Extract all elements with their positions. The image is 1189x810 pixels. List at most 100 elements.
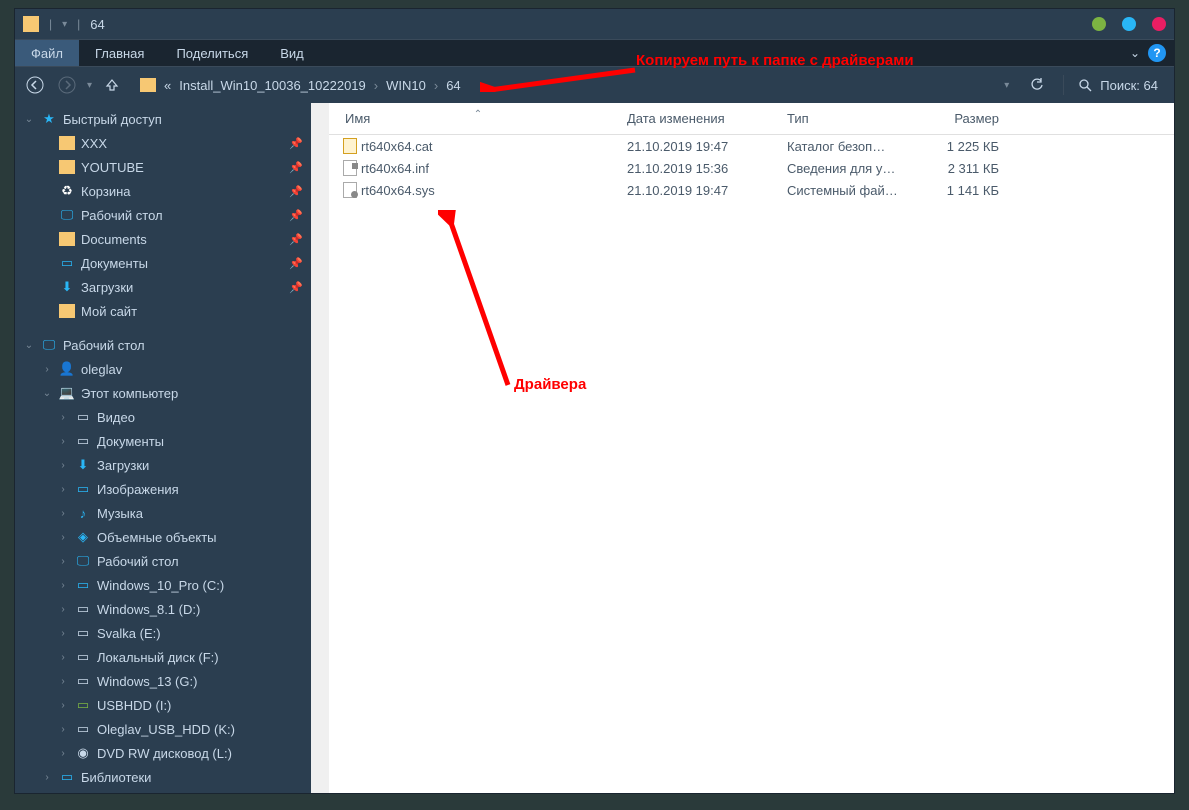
help-icon[interactable]: ? bbox=[1148, 44, 1166, 62]
tree-item[interactable]: Мой сайт bbox=[15, 299, 311, 323]
tree-item[interactable]: ›▭Svalka (E:) bbox=[15, 621, 311, 645]
tab-file[interactable]: Файл bbox=[15, 40, 79, 66]
chevron-icon[interactable]: › bbox=[57, 652, 69, 663]
separator bbox=[1063, 75, 1064, 95]
chevron-icon[interactable]: › bbox=[57, 484, 69, 495]
address-dropdown-icon[interactable]: ▾ bbox=[1004, 80, 1009, 91]
chevron-icon[interactable]: › bbox=[57, 676, 69, 687]
tree-item[interactable]: ›▭Локальный диск (F:) bbox=[15, 645, 311, 669]
tree-item[interactable]: ⌄🖵Рабочий стол bbox=[15, 333, 311, 357]
ribbon-tabs: Файл Главная Поделиться Вид ⌄ ? bbox=[15, 39, 1174, 67]
column-date[interactable]: Дата изменения bbox=[627, 111, 787, 126]
tree-item[interactable]: ›▭Видео bbox=[15, 405, 311, 429]
drive-icon: ▭ bbox=[75, 602, 91, 616]
file-icon bbox=[343, 160, 357, 176]
content-pane: ⌃Имя Дата изменения Тип Размер rt640x64.… bbox=[329, 103, 1174, 793]
breadcrumb-segment[interactable]: 64 bbox=[446, 78, 460, 93]
tree-item[interactable]: YOUTUBE📌 bbox=[15, 155, 311, 179]
sidebar[interactable]: ⌄★Быстрый доступXXX📌YOUTUBE📌♻Корзина📌🖵Ра… bbox=[15, 103, 311, 793]
tree-item[interactable]: ⌄★Быстрый доступ bbox=[15, 107, 311, 131]
search-box[interactable]: Поиск: 64 bbox=[1078, 78, 1158, 93]
desktop-icon: 🖵 bbox=[75, 554, 91, 568]
chevron-icon[interactable]: › bbox=[57, 748, 69, 759]
file-list[interactable]: rt640x64.cat21.10.2019 19:47Каталог безо… bbox=[329, 135, 1174, 793]
nav-forward-button[interactable] bbox=[55, 73, 79, 97]
file-row[interactable]: rt640x64.cat21.10.2019 19:47Каталог безо… bbox=[329, 135, 1174, 157]
tree-item-label: Windows_10_Pro (C:) bbox=[97, 578, 224, 593]
chevron-icon[interactable]: › bbox=[57, 604, 69, 615]
sidebar-scrollbar[interactable] bbox=[311, 103, 329, 793]
file-size: 2 311 КБ bbox=[925, 161, 1015, 176]
tree-item[interactable]: ›⬇Загрузки bbox=[15, 453, 311, 477]
ribbon-expand-icon[interactable]: ⌄ bbox=[1122, 46, 1148, 60]
lib-icon: ▭ bbox=[59, 770, 75, 784]
tree-item[interactable]: ›▭Библиотеки bbox=[15, 765, 311, 789]
pin-icon: 📌 bbox=[289, 233, 303, 246]
doc-icon: ▭ bbox=[75, 434, 91, 448]
chevron-icon[interactable]: › bbox=[57, 700, 69, 711]
chevron-icon[interactable]: › bbox=[57, 724, 69, 735]
tree-item[interactable]: ⬇Загрузки📌 bbox=[15, 275, 311, 299]
chevron-icon[interactable]: › bbox=[57, 532, 69, 543]
chevron-icon[interactable]: › bbox=[57, 412, 69, 423]
tree-item-label: Изображения bbox=[97, 482, 179, 497]
tree-item[interactable]: ⌄💻Этот компьютер bbox=[15, 381, 311, 405]
chevron-icon[interactable]: › bbox=[57, 580, 69, 591]
tree-item[interactable]: ›▭Windows_8.1 (D:) bbox=[15, 597, 311, 621]
tree-item-label: USBHDD (I:) bbox=[97, 698, 171, 713]
titlebar[interactable]: | ▾ | 64 bbox=[15, 9, 1174, 39]
column-size[interactable]: Размер bbox=[925, 111, 1015, 126]
tree-item[interactable]: Documents📌 bbox=[15, 227, 311, 251]
folder-icon bbox=[59, 160, 75, 174]
video-icon: ▭ bbox=[75, 410, 91, 424]
breadcrumb-segment[interactable]: Install_Win10_10036_10222019 bbox=[179, 78, 366, 93]
tree-item[interactable]: ›◉DVD RW дисковод (L:) bbox=[15, 741, 311, 765]
nav-back-button[interactable] bbox=[23, 73, 47, 97]
tab-share[interactable]: Поделиться bbox=[160, 40, 264, 66]
tab-home[interactable]: Главная bbox=[79, 40, 160, 66]
chevron-icon[interactable]: › bbox=[57, 460, 69, 471]
column-name[interactable]: ⌃Имя bbox=[329, 111, 627, 126]
breadcrumb-prefix: « bbox=[164, 78, 171, 93]
maximize-button[interactable] bbox=[1122, 17, 1136, 31]
tree-item[interactable]: 🖵Рабочий стол📌 bbox=[15, 203, 311, 227]
file-row[interactable]: rt640x64.inf21.10.2019 15:36Сведения для… bbox=[329, 157, 1174, 179]
drive-icon: ▭ bbox=[75, 674, 91, 688]
tree-item[interactable]: ›▭USBHDD (I:) bbox=[15, 693, 311, 717]
chevron-icon[interactable]: › bbox=[57, 436, 69, 447]
tree-item[interactable]: ›▭Документы bbox=[15, 429, 311, 453]
column-type[interactable]: Тип bbox=[787, 111, 925, 126]
chevron-icon[interactable]: ⌄ bbox=[41, 388, 53, 399]
tree-item[interactable]: ›◈Объемные объекты bbox=[15, 525, 311, 549]
chevron-icon[interactable]: › bbox=[41, 364, 53, 375]
chevron-icon[interactable]: › bbox=[57, 628, 69, 639]
tree-item[interactable]: ›▭Oleglav_USB_HDD (K:) bbox=[15, 717, 311, 741]
file-row[interactable]: rt640x64.sys21.10.2019 19:47Системный фа… bbox=[329, 179, 1174, 201]
tab-view[interactable]: Вид bbox=[264, 40, 320, 66]
tree-item[interactable]: ›♪Музыка bbox=[15, 501, 311, 525]
tree-item-label: Рабочий стол bbox=[63, 338, 145, 353]
refresh-button[interactable] bbox=[1025, 73, 1049, 97]
chevron-icon[interactable]: ⌄ bbox=[23, 114, 35, 125]
folder-icon bbox=[59, 136, 75, 150]
tree-item[interactable]: ›▭Windows_10_Pro (C:) bbox=[15, 573, 311, 597]
chevron-icon[interactable]: › bbox=[41, 772, 53, 783]
tree-item[interactable]: XXX📌 bbox=[15, 131, 311, 155]
chevron-icon[interactable]: ⌄ bbox=[23, 340, 35, 351]
tree-item[interactable]: ›▭Изображения bbox=[15, 477, 311, 501]
tree-item[interactable]: ›▭Windows_13 (G:) bbox=[15, 669, 311, 693]
close-button[interactable] bbox=[1152, 17, 1166, 31]
nav-up-button[interactable] bbox=[100, 73, 124, 97]
quick-access-dropdown-icon[interactable]: ▾ bbox=[62, 19, 67, 30]
chevron-icon[interactable]: › bbox=[57, 556, 69, 567]
chevron-icon[interactable]: › bbox=[57, 508, 69, 519]
tree-item[interactable]: ›👤oleglav bbox=[15, 357, 311, 381]
breadcrumb-segment[interactable]: WIN10 bbox=[386, 78, 426, 93]
tree-item[interactable]: ▭Документы📌 bbox=[15, 251, 311, 275]
nav-history-dropdown-icon[interactable]: ▾ bbox=[87, 80, 92, 91]
file-name: rt640x64.cat bbox=[361, 139, 627, 154]
tree-item[interactable]: ›🖵Рабочий стол bbox=[15, 549, 311, 573]
tree-item[interactable]: ♻Корзина📌 bbox=[15, 179, 311, 203]
minimize-button[interactable] bbox=[1092, 17, 1106, 31]
breadcrumb[interactable]: « Install_Win10_10036_10222019 › WIN10 ›… bbox=[132, 78, 996, 93]
